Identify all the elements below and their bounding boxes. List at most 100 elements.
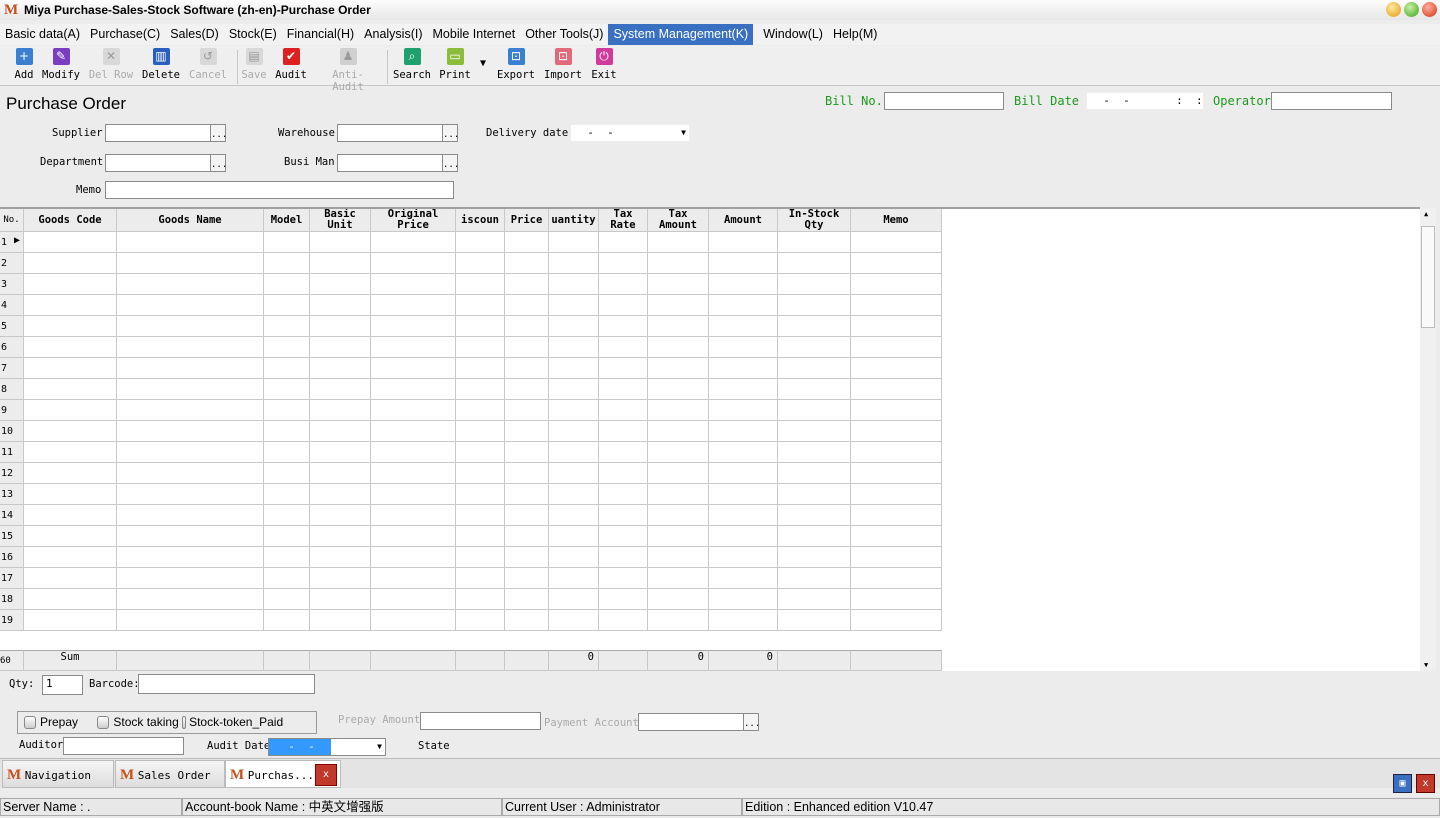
menu-system-management-k[interactable]: System Management(K) (608, 24, 754, 45)
grid-cell[interactable] (549, 442, 599, 463)
column-header-no[interactable]: No. (0, 209, 24, 232)
grid-cell[interactable] (264, 526, 310, 547)
grid-cell[interactable] (648, 253, 709, 274)
grid-cell[interactable] (310, 358, 371, 379)
grid-cell[interactable] (709, 484, 778, 505)
menu-financial-h[interactable]: Financial(H) (282, 24, 359, 45)
grid-cell[interactable] (505, 526, 549, 547)
grid-cell[interactable] (456, 610, 505, 631)
grid-cell[interactable] (549, 568, 599, 589)
warehouse-input[interactable] (337, 124, 443, 142)
column-header-goods-code[interactable]: Goods Code (24, 209, 117, 232)
grid-cell[interactable] (24, 379, 117, 400)
grid-cell[interactable] (851, 547, 942, 568)
menu-window-l[interactable]: Window(L) (758, 24, 828, 45)
grid-cell[interactable] (117, 505, 264, 526)
grid-cell[interactable] (778, 484, 851, 505)
grid-cell[interactable] (24, 547, 117, 568)
grid-cell[interactable] (505, 442, 549, 463)
grid-cell[interactable] (456, 421, 505, 442)
grid-cell[interactable] (778, 253, 851, 274)
grid-cell[interactable] (310, 253, 371, 274)
grid-cell[interactable] (778, 589, 851, 610)
table-row[interactable]: 8 (0, 379, 942, 400)
grid-cell[interactable] (456, 568, 505, 589)
grid-cell[interactable] (310, 484, 371, 505)
grid-cell[interactable] (648, 358, 709, 379)
grid-cell[interactable] (599, 295, 648, 316)
grid-cell[interactable] (709, 421, 778, 442)
grid-cell[interactable] (549, 547, 599, 568)
grid-cell[interactable] (24, 274, 117, 295)
grid-cell[interactable] (778, 232, 851, 253)
grid-cell[interactable] (310, 547, 371, 568)
grid-cell[interactable] (851, 442, 942, 463)
grid-cell[interactable] (24, 484, 117, 505)
grid-cell[interactable] (599, 358, 648, 379)
grid-cell[interactable] (371, 400, 456, 421)
grid-cell[interactable] (709, 274, 778, 295)
grid-cell[interactable] (599, 568, 648, 589)
grid-cell[interactable] (549, 358, 599, 379)
grid-cell[interactable] (599, 400, 648, 421)
grid-cell[interactable] (310, 421, 371, 442)
grid-cell[interactable] (456, 316, 505, 337)
grid-cell[interactable] (371, 337, 456, 358)
grid-cell[interactable] (371, 232, 456, 253)
grid-cell[interactable] (778, 568, 851, 589)
grid-cell[interactable] (709, 379, 778, 400)
grid-cell[interactable] (456, 463, 505, 484)
grid-cell[interactable] (648, 400, 709, 421)
grid-cell[interactable] (778, 295, 851, 316)
grid-cell[interactable] (310, 274, 371, 295)
column-header-original-price[interactable]: Original Price (371, 209, 456, 232)
column-header-goods-name[interactable]: Goods Name (117, 209, 264, 232)
grid-cell[interactable] (851, 421, 942, 442)
bill-no-input[interactable] (884, 92, 1004, 110)
memo-input[interactable] (105, 181, 454, 199)
prepay-amount-input[interactable] (420, 712, 541, 730)
column-header-tax-amount[interactable]: Tax Amount (648, 209, 709, 232)
grid-cell[interactable] (549, 421, 599, 442)
grid-cell[interactable] (117, 526, 264, 547)
grid-cell[interactable] (117, 463, 264, 484)
column-header-model[interactable]: Model (264, 209, 310, 232)
grid-cell[interactable] (264, 400, 310, 421)
grid-cell[interactable] (456, 400, 505, 421)
table-row[interactable]: 19 (0, 610, 942, 631)
grid-cell[interactable] (371, 484, 456, 505)
grid-cell[interactable] (24, 442, 117, 463)
grid-cell[interactable] (851, 337, 942, 358)
grid-cell[interactable] (599, 610, 648, 631)
auditor-input[interactable] (63, 737, 184, 755)
grid-cell[interactable] (117, 421, 264, 442)
grid-cell[interactable] (371, 610, 456, 631)
grid-cell[interactable] (371, 316, 456, 337)
column-header-memo[interactable]: Memo (851, 209, 942, 232)
grid-cell[interactable] (371, 295, 456, 316)
grid-cell[interactable] (264, 589, 310, 610)
restore-window-button[interactable]: ▣ (1393, 774, 1412, 793)
grid-cell[interactable] (599, 484, 648, 505)
grid-cell[interactable] (778, 400, 851, 421)
grid-cell[interactable] (371, 442, 456, 463)
grid-cell[interactable] (648, 484, 709, 505)
grid-cell[interactable] (24, 589, 117, 610)
grid-cell[interactable] (599, 442, 648, 463)
column-header-uantity[interactable]: uantity (549, 209, 599, 232)
grid-cell[interactable] (456, 484, 505, 505)
grid-cell[interactable] (549, 379, 599, 400)
table-row[interactable]: 14 (0, 505, 942, 526)
grid-cell[interactable] (599, 421, 648, 442)
close-tab-button[interactable]: x (315, 764, 337, 786)
audit-button[interactable]: ✔ Audit (261, 48, 321, 81)
grid-cell[interactable] (851, 232, 942, 253)
grid-cell[interactable] (648, 316, 709, 337)
grid-cell[interactable] (371, 253, 456, 274)
supplier-input[interactable] (105, 124, 211, 142)
grid-cell[interactable] (549, 295, 599, 316)
grid-cell[interactable] (310, 505, 371, 526)
grid-cell[interactable] (505, 253, 549, 274)
goods-grid[interactable]: No. Goods Code Goods Name Model Basic Unit Or… (0, 207, 1420, 671)
grid-cell[interactable] (456, 337, 505, 358)
